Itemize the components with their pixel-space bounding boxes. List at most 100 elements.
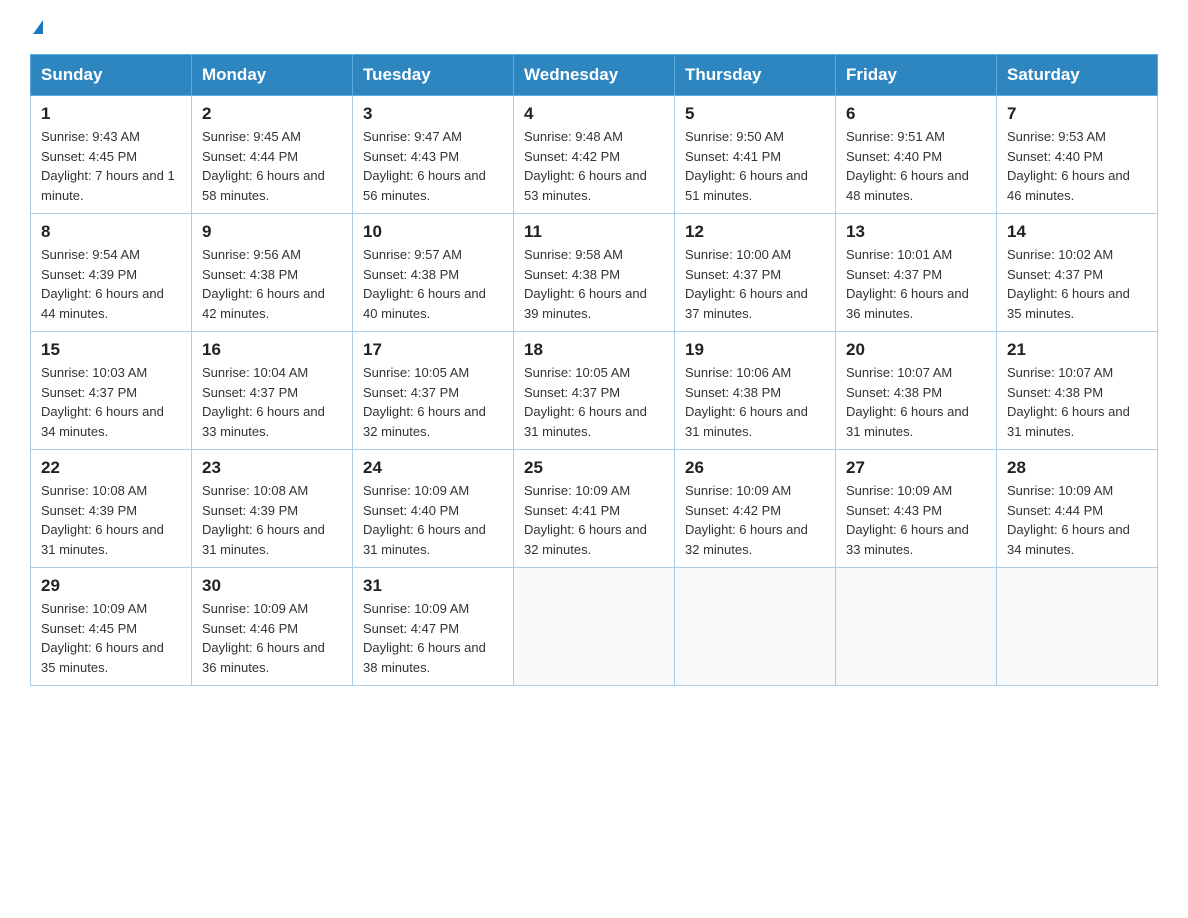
day-number: 14: [1007, 222, 1147, 242]
day-info: Sunrise: 10:09 AMSunset: 4:40 PMDaylight…: [363, 481, 503, 559]
calendar-week-row: 22 Sunrise: 10:08 AMSunset: 4:39 PMDaylig…: [31, 450, 1158, 568]
day-info: Sunrise: 9:45 AMSunset: 4:44 PMDaylight:…: [202, 127, 342, 205]
day-number: 8: [41, 222, 181, 242]
day-info: Sunrise: 9:58 AMSunset: 4:38 PMDaylight:…: [524, 245, 664, 323]
calendar-cell: 4 Sunrise: 9:48 AMSunset: 4:42 PMDaylight…: [514, 96, 675, 214]
day-number: 6: [846, 104, 986, 124]
logo: [30, 20, 43, 34]
day-info: Sunrise: 10:08 AMSunset: 4:39 PMDaylight…: [41, 481, 181, 559]
day-number: 21: [1007, 340, 1147, 360]
calendar-cell: 19 Sunrise: 10:06 AMSunset: 4:38 PMDaylig…: [675, 332, 836, 450]
calendar-cell: 20 Sunrise: 10:07 AMSunset: 4:38 PMDaylig…: [836, 332, 997, 450]
day-info: Sunrise: 9:53 AMSunset: 4:40 PMDaylight:…: [1007, 127, 1147, 205]
day-info: Sunrise: 10:09 AMSunset: 4:41 PMDaylight…: [524, 481, 664, 559]
day-info: Sunrise: 9:43 AMSunset: 4:45 PMDaylight:…: [41, 127, 181, 205]
calendar-cell: 14Sunrise: 10:02 AMSunset: 4:37 PMDaylig…: [997, 214, 1158, 332]
day-number: 2: [202, 104, 342, 124]
calendar-week-row: 8 Sunrise: 9:54 AMSunset: 4:39 PMDaylight…: [31, 214, 1158, 332]
calendar-cell: 26 Sunrise: 10:09 AMSunset: 4:42 PMDaylig…: [675, 450, 836, 568]
day-number: 7: [1007, 104, 1147, 124]
calendar-cell: 17Sunrise: 10:05 AMSunset: 4:37 PMDaylig…: [353, 332, 514, 450]
calendar-cell: 30Sunrise: 10:09 AMSunset: 4:46 PMDaylig…: [192, 568, 353, 686]
calendar-cell: 8 Sunrise: 9:54 AMSunset: 4:39 PMDaylight…: [31, 214, 192, 332]
calendar-week-row: 1 Sunrise: 9:43 AMSunset: 4:45 PMDaylight…: [31, 96, 1158, 214]
day-info: Sunrise: 9:47 AMSunset: 4:43 PMDaylight:…: [363, 127, 503, 205]
day-info: Sunrise: 10:06 AMSunset: 4:38 PMDaylight…: [685, 363, 825, 441]
day-number: 9: [202, 222, 342, 242]
day-number: 26: [685, 458, 825, 478]
calendar-header-sunday: Sunday: [31, 55, 192, 96]
day-info: Sunrise: 9:54 AMSunset: 4:39 PMDaylight:…: [41, 245, 181, 323]
day-number: 23: [202, 458, 342, 478]
day-info: Sunrise: 10:00 AMSunset: 4:37 PMDaylight…: [685, 245, 825, 323]
calendar-week-row: 15Sunrise: 10:03 AMSunset: 4:37 PMDaylig…: [31, 332, 1158, 450]
calendar-cell: 7 Sunrise: 9:53 AMSunset: 4:40 PMDaylight…: [997, 96, 1158, 214]
day-number: 1: [41, 104, 181, 124]
day-number: 3: [363, 104, 503, 124]
day-info: Sunrise: 10:04 AMSunset: 4:37 PMDaylight…: [202, 363, 342, 441]
day-info: Sunrise: 9:48 AMSunset: 4:42 PMDaylight:…: [524, 127, 664, 205]
calendar-cell: [675, 568, 836, 686]
day-info: Sunrise: 10:08 AMSunset: 4:39 PMDaylight…: [202, 481, 342, 559]
calendar-cell: 29 Sunrise: 10:09 AMSunset: 4:45 PMDaylig…: [31, 568, 192, 686]
calendar-header-saturday: Saturday: [997, 55, 1158, 96]
calendar-week-row: 29 Sunrise: 10:09 AMSunset: 4:45 PMDaylig…: [31, 568, 1158, 686]
day-number: 12: [685, 222, 825, 242]
calendar-cell: 16Sunrise: 10:04 AMSunset: 4:37 PMDaylig…: [192, 332, 353, 450]
day-info: Sunrise: 10:09 AMSunset: 4:42 PMDaylight…: [685, 481, 825, 559]
calendar-header-tuesday: Tuesday: [353, 55, 514, 96]
calendar-cell: 13 Sunrise: 10:01 AMSunset: 4:37 PMDaylig…: [836, 214, 997, 332]
calendar-header-friday: Friday: [836, 55, 997, 96]
day-number: 29: [41, 576, 181, 596]
calendar-cell: 12 Sunrise: 10:00 AMSunset: 4:37 PMDaylig…: [675, 214, 836, 332]
day-info: Sunrise: 9:51 AMSunset: 4:40 PMDaylight:…: [846, 127, 986, 205]
calendar-header-wednesday: Wednesday: [514, 55, 675, 96]
day-number: 13: [846, 222, 986, 242]
day-info: Sunrise: 9:57 AMSunset: 4:38 PMDaylight:…: [363, 245, 503, 323]
calendar-cell: 15Sunrise: 10:03 AMSunset: 4:37 PMDaylig…: [31, 332, 192, 450]
day-number: 30: [202, 576, 342, 596]
calendar-cell: [514, 568, 675, 686]
day-number: 19: [685, 340, 825, 360]
calendar-header-monday: Monday: [192, 55, 353, 96]
day-info: Sunrise: 10:01 AMSunset: 4:37 PMDaylight…: [846, 245, 986, 323]
calendar-cell: 3 Sunrise: 9:47 AMSunset: 4:43 PMDaylight…: [353, 96, 514, 214]
calendar-cell: 5 Sunrise: 9:50 AMSunset: 4:41 PMDaylight…: [675, 96, 836, 214]
day-info: Sunrise: 10:09 AMSunset: 4:43 PMDaylight…: [846, 481, 986, 559]
calendar-cell: 1 Sunrise: 9:43 AMSunset: 4:45 PMDaylight…: [31, 96, 192, 214]
calendar-header-row: SundayMondayTuesdayWednesdayThursdayFrid…: [31, 55, 1158, 96]
day-info: Sunrise: 10:05 AMSunset: 4:37 PMDaylight…: [524, 363, 664, 441]
logo-triangle-icon: [33, 20, 43, 34]
day-info: Sunrise: 10:07 AMSunset: 4:38 PMDaylight…: [1007, 363, 1147, 441]
calendar-header-thursday: Thursday: [675, 55, 836, 96]
day-number: 5: [685, 104, 825, 124]
day-number: 11: [524, 222, 664, 242]
calendar-cell: 21 Sunrise: 10:07 AMSunset: 4:38 PMDaylig…: [997, 332, 1158, 450]
day-info: Sunrise: 10:09 AMSunset: 4:45 PMDaylight…: [41, 599, 181, 677]
calendar-cell: [997, 568, 1158, 686]
day-info: Sunrise: 9:50 AMSunset: 4:41 PMDaylight:…: [685, 127, 825, 205]
calendar-cell: 11 Sunrise: 9:58 AMSunset: 4:38 PMDayligh…: [514, 214, 675, 332]
calendar-cell: 27 Sunrise: 10:09 AMSunset: 4:43 PMDaylig…: [836, 450, 997, 568]
calendar-cell: 10 Sunrise: 9:57 AMSunset: 4:38 PMDayligh…: [353, 214, 514, 332]
day-number: 28: [1007, 458, 1147, 478]
calendar-cell: 28Sunrise: 10:09 AMSunset: 4:44 PMDaylig…: [997, 450, 1158, 568]
day-number: 18: [524, 340, 664, 360]
day-info: Sunrise: 10:09 AMSunset: 4:47 PMDaylight…: [363, 599, 503, 677]
day-number: 10: [363, 222, 503, 242]
day-number: 31: [363, 576, 503, 596]
calendar-cell: [836, 568, 997, 686]
day-number: 22: [41, 458, 181, 478]
calendar-cell: 18 Sunrise: 10:05 AMSunset: 4:37 PMDaylig…: [514, 332, 675, 450]
day-info: Sunrise: 10:07 AMSunset: 4:38 PMDaylight…: [846, 363, 986, 441]
day-number: 4: [524, 104, 664, 124]
day-number: 25: [524, 458, 664, 478]
calendar-cell: 9Sunrise: 9:56 AMSunset: 4:38 PMDaylight…: [192, 214, 353, 332]
day-info: Sunrise: 10:05 AMSunset: 4:37 PMDaylight…: [363, 363, 503, 441]
calendar-table: SundayMondayTuesdayWednesdayThursdayFrid…: [30, 54, 1158, 686]
page-header: [30, 20, 1158, 34]
day-number: 20: [846, 340, 986, 360]
calendar-cell: 25 Sunrise: 10:09 AMSunset: 4:41 PMDaylig…: [514, 450, 675, 568]
day-number: 27: [846, 458, 986, 478]
calendar-cell: 23 Sunrise: 10:08 AMSunset: 4:39 PMDaylig…: [192, 450, 353, 568]
